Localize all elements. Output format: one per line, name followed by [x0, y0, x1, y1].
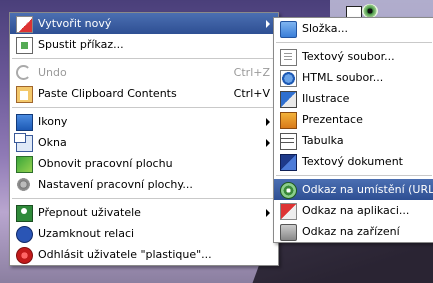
menu-item-switch-user[interactable]: Přepnout uživatele [10, 202, 278, 223]
menu-separator [12, 107, 276, 108]
run-command-icon [16, 37, 33, 54]
shortcut-label: Ctrl+Z [233, 66, 270, 79]
menu-item-paste[interactable]: Paste Clipboard Contents Ctrl+V [10, 83, 278, 104]
submenu-item-text-document[interactable]: Textový dokument [274, 151, 433, 172]
refresh-desktop-icon [16, 156, 33, 173]
switch-user-icon [16, 205, 33, 222]
submenu-item-presentation[interactable]: Prezentace [274, 109, 433, 130]
menu-separator [276, 175, 432, 176]
text-document-icon [280, 154, 297, 171]
submenu-item-link-application[interactable]: Odkaz na aplikaci... [274, 200, 433, 221]
menu-separator [276, 42, 432, 43]
folder-icon [280, 21, 297, 38]
presentation-icon [280, 112, 297, 129]
submenu-arrow-icon [266, 209, 270, 217]
windows-icon [14, 133, 33, 152]
menu-separator [12, 198, 276, 199]
submenu-item-spreadsheet[interactable]: Tabulka [274, 130, 433, 151]
menu-item-undo: Undo Ctrl+Z [10, 62, 278, 83]
shortcut-label: Ctrl+V [233, 87, 270, 100]
illustration-icon [280, 91, 297, 108]
html-file-icon [280, 70, 297, 87]
paste-icon [16, 86, 33, 103]
submenu-item-text-file[interactable]: Textový soubor... [274, 46, 433, 67]
submenu-arrow-icon [266, 20, 270, 28]
text-file-icon [280, 49, 297, 66]
link-url-icon [280, 182, 297, 199]
spreadsheet-icon [280, 133, 297, 150]
menu-item-refresh-desktop[interactable]: Obnovit pracovní plochu [10, 153, 278, 174]
lock-session-icon [16, 226, 33, 243]
submenu-item-link-device[interactable]: Odkaz na zařízení [274, 221, 433, 242]
submenu-item-illustration[interactable]: Ilustrace [274, 88, 433, 109]
link-application-icon [280, 203, 297, 220]
icons-icon [16, 114, 33, 131]
menu-item-lock-session[interactable]: Uzamknout relaci [10, 223, 278, 244]
undo-icon [16, 65, 31, 80]
desktop-background: Vytvořit nový Spustit příkaz... Undo Ctr… [0, 0, 433, 283]
submenu-item-link-url[interactable]: Odkaz na umístění (URL)... [274, 179, 433, 200]
new-document-icon [16, 16, 33, 33]
menu-item-desktop-settings[interactable]: Nastavení pracovní plochy... [10, 174, 278, 195]
submenu-item-html-file[interactable]: HTML soubor... [274, 67, 433, 88]
submenu-arrow-icon [266, 118, 270, 126]
menu-item-create-new[interactable]: Vytvořit nový [10, 13, 278, 34]
menu-separator [12, 58, 276, 59]
link-device-icon [280, 224, 297, 241]
create-new-submenu: Složka... Textový soubor... HTML soubor.… [273, 17, 433, 243]
submenu-item-folder[interactable]: Složka... [274, 18, 433, 39]
submenu-arrow-icon [266, 139, 270, 147]
desktop-context-menu: Vytvořit nový Spustit příkaz... Undo Ctr… [9, 12, 279, 266]
logout-icon [16, 247, 33, 264]
desktop-settings-icon [16, 177, 31, 192]
menu-item-windows[interactable]: Okna [10, 132, 278, 153]
menu-item-logout[interactable]: Odhlásit uživatele "plastique"... [10, 244, 278, 265]
menu-item-icons[interactable]: Ikony [10, 111, 278, 132]
menu-item-run-command[interactable]: Spustit příkaz... [10, 34, 278, 55]
